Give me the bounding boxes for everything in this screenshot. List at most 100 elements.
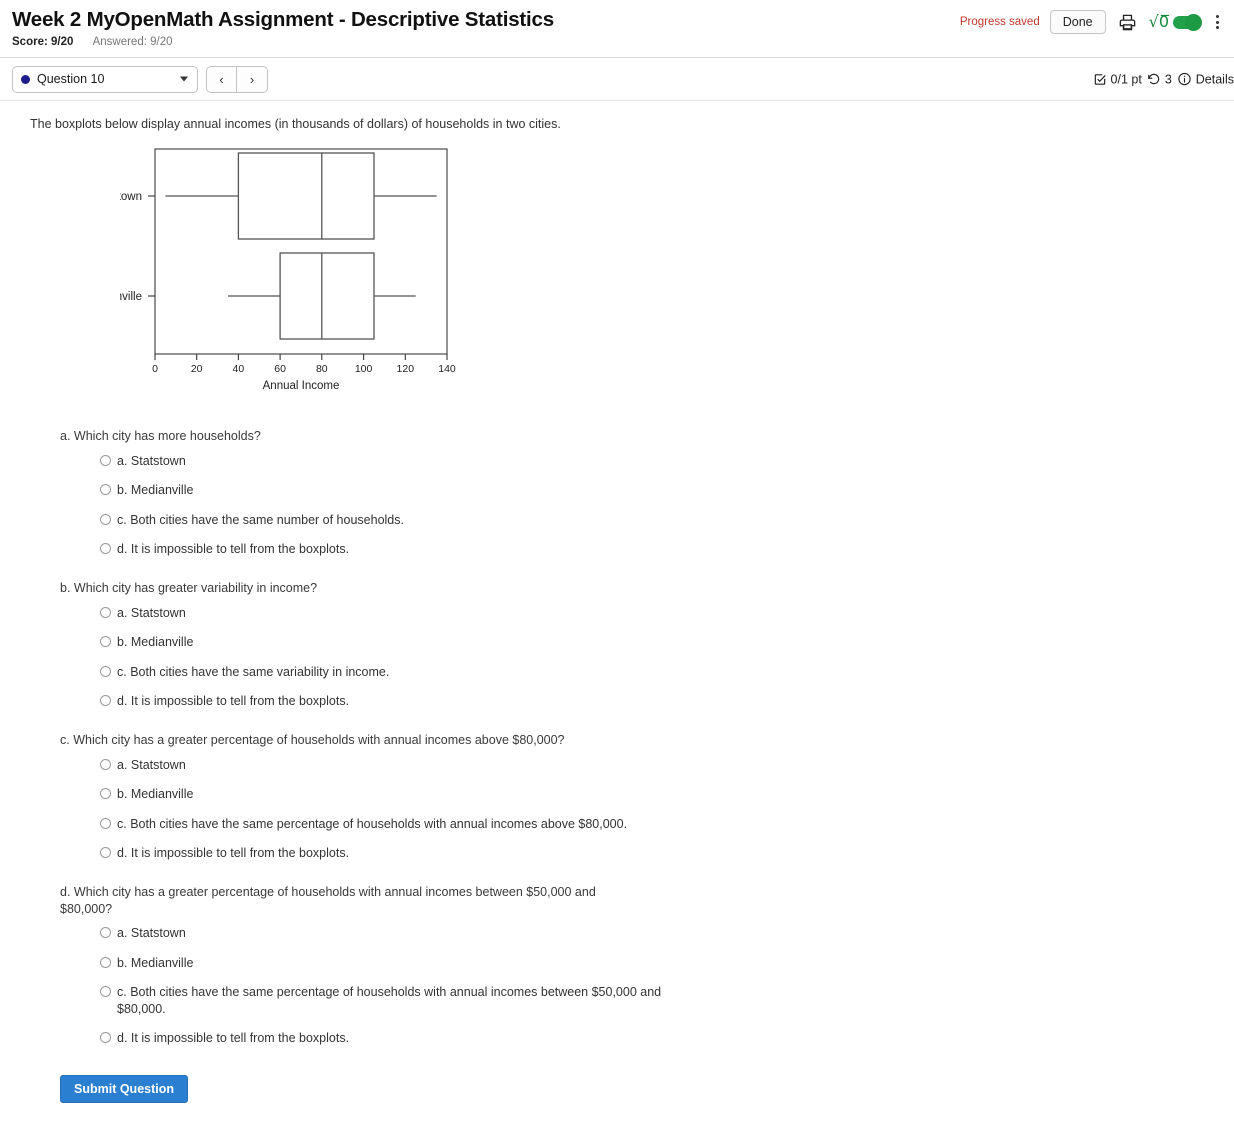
boxplot-medianville xyxy=(228,252,416,340)
option-a-3[interactable]: d. It is impossible to tell from the box… xyxy=(100,541,1214,558)
details-label: Details xyxy=(1195,72,1234,86)
math-input-toggle[interactable]: √0̅ xyxy=(1148,12,1202,31)
details-group[interactable]: Details xyxy=(1177,72,1234,87)
retry-icon xyxy=(1147,73,1160,84)
part-d-question: d. Which city has a greater percentage o… xyxy=(60,884,650,918)
radio-button[interactable] xyxy=(100,847,111,859)
ylabel-statstown: Statstown xyxy=(120,191,142,203)
option-label: c. Both cities have the same variability… xyxy=(117,664,390,679)
question-selector-label: Question 10 xyxy=(37,72,105,86)
part-a-label: a. xyxy=(60,429,71,443)
attempts-count: 3 xyxy=(1164,72,1172,86)
radio-button[interactable] xyxy=(100,758,111,770)
chevron-down-icon xyxy=(180,76,188,82)
option-label: a. Statstown xyxy=(117,605,186,620)
option-label: b. Medianville xyxy=(117,483,194,498)
part-b-text: Which city has greater variability in in… xyxy=(73,580,318,595)
done-button[interactable]: Done xyxy=(1049,10,1106,34)
plot-frame xyxy=(154,148,448,355)
option-label: d. It is impossible to tell from the box… xyxy=(117,694,350,709)
ylabel-medianville: Medianville xyxy=(120,291,142,303)
part-a-text: Which city has more households? xyxy=(73,429,261,443)
radio-button[interactable] xyxy=(100,665,111,677)
option-label: b. Medianville xyxy=(117,787,194,802)
xtick-6: 120 xyxy=(397,363,415,375)
score-label: Score: 9/20 xyxy=(12,35,74,48)
xtick-1: 20 xyxy=(191,363,203,375)
option-b-3[interactable]: d. It is impossible to tell from the box… xyxy=(100,693,1214,710)
option-d-1[interactable]: b. Medianville xyxy=(100,955,1214,972)
option-d-3[interactable]: d. It is impossible to tell from the box… xyxy=(100,1030,1214,1047)
option-label: d. It is impossible to tell from the box… xyxy=(117,542,350,557)
submit-question-button[interactable]: Submit Question xyxy=(60,1074,188,1103)
xaxis-tick-labels: 0 20 40 60 80 100 120 140 xyxy=(152,363,456,375)
part-d-text: Which city has a greater percentage of h… xyxy=(60,884,596,916)
part-b-question: b. Which city has greater variability in… xyxy=(60,580,660,597)
question-content: The boxplots below display annual income… xyxy=(0,101,1234,1103)
radio-button[interactable] xyxy=(100,817,111,829)
xtick-2: 40 xyxy=(233,363,245,375)
progress-saved-status: Progress saved xyxy=(959,16,1040,28)
question-navigation-bar: Question 10 ‹ › 0/1 pt 3 Details xyxy=(0,58,1234,101)
option-b-1[interactable]: b. Medianville xyxy=(100,634,1214,651)
xtick-0: 0 xyxy=(152,363,158,375)
previous-question-button[interactable]: ‹ xyxy=(206,65,237,93)
next-question-button[interactable]: › xyxy=(237,65,268,93)
option-d-0[interactable]: a. Statstown xyxy=(100,925,1214,942)
radio-button[interactable] xyxy=(100,484,111,496)
part-b-options: a. Statstown b. Medianville c. Both citi… xyxy=(100,605,1214,710)
radio-button[interactable] xyxy=(100,513,111,525)
option-label: a. Statstown xyxy=(117,926,186,941)
question-selector-dropdown[interactable]: Question 10 xyxy=(12,65,198,93)
option-a-2[interactable]: c. Both cities have the same number of h… xyxy=(100,512,1214,529)
option-c-2[interactable]: c. Both cities have the same percentage … xyxy=(100,816,1214,833)
radio-button[interactable] xyxy=(100,956,111,968)
boxplot-statstown xyxy=(165,152,437,240)
option-b-0[interactable]: a. Statstown xyxy=(100,605,1214,622)
question-status-dot xyxy=(21,74,30,84)
radio-button[interactable] xyxy=(100,695,111,707)
part-d-options: a. Statstown b. Medianville c. Both citi… xyxy=(100,925,1214,1047)
question-prompt: The boxplots below display annual income… xyxy=(30,117,561,131)
option-a-0[interactable]: a. Statstown xyxy=(100,453,1214,470)
option-label: c. Both cities have the same percentage … xyxy=(117,816,628,831)
xtick-7: 140 xyxy=(438,363,456,375)
option-d-2[interactable]: c. Both cities have the same percentage … xyxy=(100,984,1214,1017)
part-b-label: b. xyxy=(60,580,71,595)
option-label: c. Both cities have the same percentage … xyxy=(117,985,662,1016)
square-root-icon: √0̅ xyxy=(1148,12,1169,31)
header-toolbar: Progress saved Done √0̅ xyxy=(960,10,1224,34)
part-c-question: c. Which city has a greater percentage o… xyxy=(60,732,660,749)
assignment-header: Week 2 MyOpenMath Assignment - Descripti… xyxy=(0,0,1234,58)
radio-button[interactable] xyxy=(100,1032,111,1044)
option-label: a. Statstown xyxy=(117,453,186,468)
question-part-a: a. Which city has more households? a. St… xyxy=(30,428,1214,558)
option-b-2[interactable]: c. Both cities have the same variability… xyxy=(100,664,1214,681)
score-summary: Score: 9/20 Answered: 9/20 xyxy=(12,36,1222,48)
points-label: 0/1 pt xyxy=(1110,72,1142,86)
printer-icon[interactable] xyxy=(1116,13,1139,32)
radio-button[interactable] xyxy=(100,454,111,466)
option-c-0[interactable]: a. Statstown xyxy=(100,757,1214,774)
option-c-1[interactable]: b. Medianville xyxy=(100,786,1214,803)
radio-button[interactable] xyxy=(100,543,111,555)
radio-button[interactable] xyxy=(100,986,111,998)
part-c-label: c. xyxy=(60,732,70,747)
option-label: b. Medianville xyxy=(117,955,194,970)
radio-button[interactable] xyxy=(100,606,111,618)
radio-button[interactable] xyxy=(100,636,111,648)
question-nav-group: ‹ › xyxy=(206,65,268,93)
radio-button[interactable] xyxy=(100,788,111,800)
xaxis-title: Annual Income xyxy=(263,380,340,392)
xaxis-ticks xyxy=(154,354,448,360)
option-a-1[interactable]: b. Medianville xyxy=(100,482,1214,499)
question-part-c: c. Which city has a greater percentage o… xyxy=(30,732,1214,862)
part-c-options: a. Statstown b. Medianville c. Both citi… xyxy=(100,757,1214,862)
option-label: c. Both cities have the same number of h… xyxy=(117,512,404,527)
radio-button[interactable] xyxy=(100,927,111,939)
option-c-3[interactable]: d. It is impossible to tell from the box… xyxy=(100,845,1214,862)
question-meta: 0/1 pt 3 Details xyxy=(1093,72,1234,87)
toggle-switch[interactable] xyxy=(1173,13,1202,31)
question-part-b: b. Which city has greater variability in… xyxy=(30,580,1214,710)
kebab-menu-icon[interactable] xyxy=(1211,13,1224,31)
